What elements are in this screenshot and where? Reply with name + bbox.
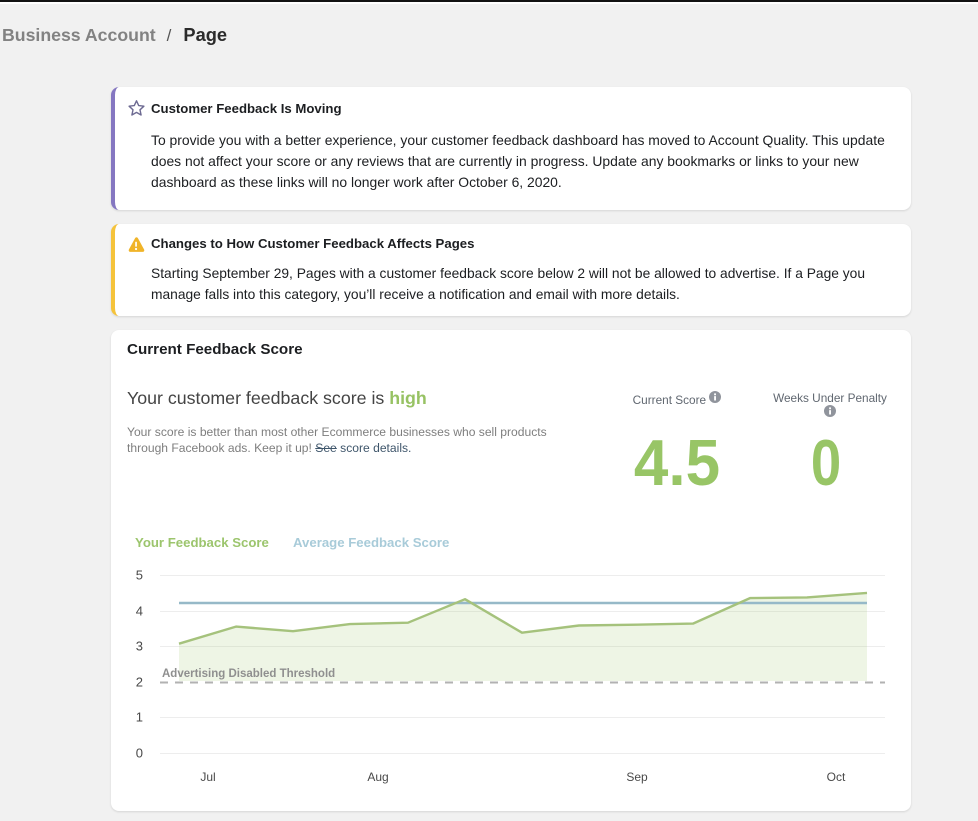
svg-text:Oct: Oct — [827, 770, 846, 784]
svg-text:Aug: Aug — [367, 770, 388, 784]
svg-text:Jul: Jul — [200, 770, 215, 784]
svg-text:4: 4 — [136, 604, 143, 619]
svg-text:Advertising Disabled Threshold: Advertising Disabled Threshold — [162, 668, 335, 680]
svg-text:2: 2 — [136, 675, 143, 690]
svg-text:3: 3 — [136, 639, 143, 654]
svg-text:0: 0 — [136, 746, 143, 761]
svg-text:Sep: Sep — [626, 770, 648, 784]
svg-text:1: 1 — [136, 710, 143, 725]
svg-text:5: 5 — [136, 568, 143, 583]
